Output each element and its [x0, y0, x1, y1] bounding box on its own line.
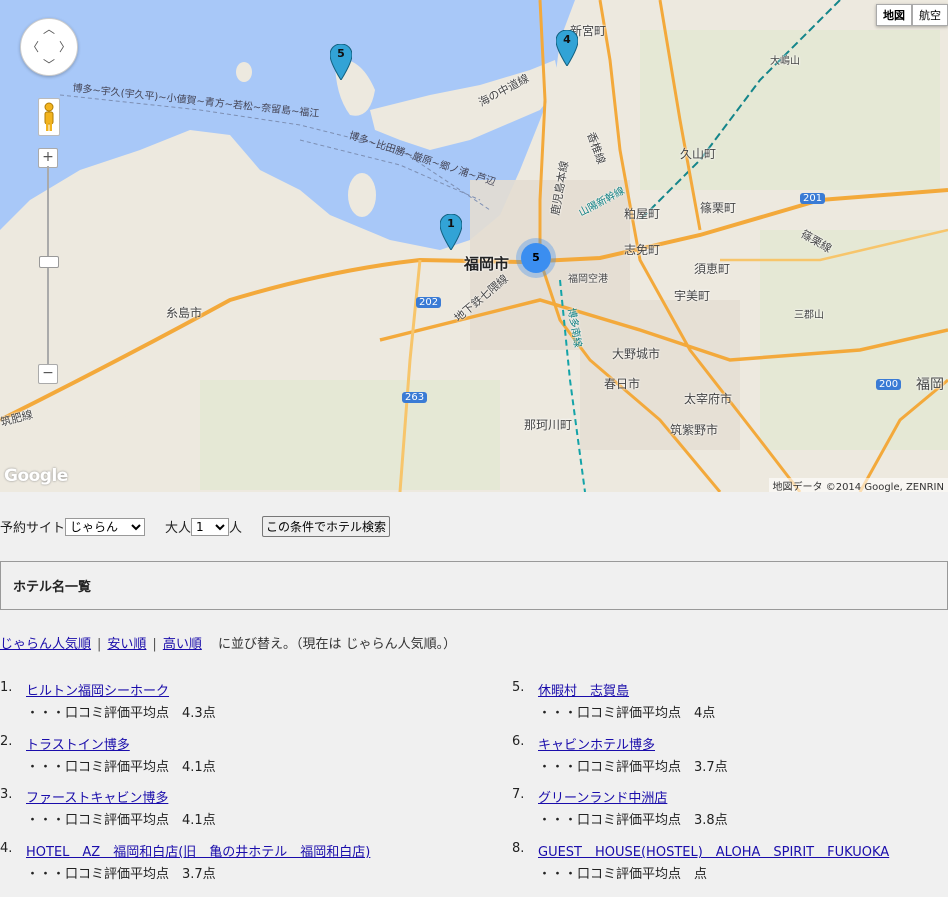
- hotel-rating: ・・・口コミ評価平均点 3.7点: [26, 867, 216, 882]
- zoom-in-button[interactable]: +: [38, 148, 58, 168]
- label-chikushino: 筑紫野市: [670, 423, 719, 437]
- route-shield: 202: [416, 297, 442, 308]
- label-kasuga: 春日市: [604, 377, 641, 391]
- route-shield: 200: [876, 379, 902, 390]
- separator: |: [152, 637, 157, 652]
- label-fukuoka-city: 福岡市: [464, 255, 510, 273]
- hotel-rating: ・・・口コミ評価平均点 4点: [538, 706, 716, 721]
- label-airport: 福岡空港: [568, 274, 608, 285]
- map-type-control: 地図 航空: [876, 4, 948, 26]
- label-ochin: 大嶋山: [770, 56, 800, 67]
- label-itoshima: 糸島市: [166, 306, 203, 320]
- sort-status-text: に並び替え。（現在は じゃらん人気順。）: [217, 637, 457, 652]
- route-shield: 263: [402, 392, 428, 403]
- hotel-name-link[interactable]: GUEST HOUSE(HOSTEL) ALOHA SPIRIT FUKUOKA: [538, 841, 889, 860]
- pan-control[interactable]: ︿ ﹀ 〈 〉: [20, 18, 78, 76]
- hotel-name-link[interactable]: グリーンランド中洲店: [538, 787, 667, 806]
- hotel-rating: ・・・口コミ評価平均点 4.1点: [26, 760, 216, 775]
- hotel-list-title: ホテル名一覧: [13, 580, 92, 595]
- map-type-roadmap-button[interactable]: 地図: [876, 4, 912, 26]
- pan-up-icon[interactable]: ︿: [43, 23, 55, 35]
- label-dazaifu: 太宰府市: [684, 392, 733, 406]
- hotel-name-link[interactable]: ファーストキャビン博多: [26, 787, 168, 806]
- map-pin-4[interactable]: 4: [555, 29, 579, 67]
- pegman-icon: [44, 102, 54, 131]
- hotel-name-link[interactable]: ヒルトン福岡シーホーク: [26, 680, 169, 699]
- label-sangun: 三郡山: [794, 310, 824, 321]
- hotel-index: 4.: [0, 841, 13, 856]
- hotel-index: 1.: [0, 680, 13, 695]
- hotel-rating: ・・・口コミ評価平均点 4.1点: [26, 813, 216, 828]
- pin-number: 1: [447, 217, 455, 230]
- separator: |: [97, 637, 102, 652]
- pin-number: 4: [563, 33, 571, 46]
- label-onojo: 大野城市: [612, 347, 661, 361]
- adult-label: 大人: [165, 521, 192, 536]
- map-base: [0, 0, 948, 492]
- street-view-pegman[interactable]: [38, 98, 60, 136]
- google-logo: Google: [4, 466, 68, 486]
- hotel-index: 2.: [0, 734, 13, 749]
- zoom-slider-thumb[interactable]: [39, 256, 59, 268]
- map-attribution[interactable]: 地図データ ©2014 Google, ZENRIN: [768, 478, 948, 492]
- sort-expensive-link[interactable]: 高い順: [163, 637, 202, 652]
- sort-options: じゃらん人気順 | 安い順 | 高い順 に並び替え。（現在は じゃらん人気順。）: [0, 633, 456, 652]
- hotel-name-link[interactable]: トラストイン博多: [26, 734, 130, 753]
- label-sue: 須恵町: [694, 262, 731, 276]
- pan-down-icon[interactable]: ﹀: [43, 59, 55, 71]
- search-conditions: 予約サイト じゃらん 大人 1 人 この条件でホテル検索: [0, 516, 391, 537]
- hotel-index: 3.: [0, 787, 13, 802]
- hotel-index: 6.: [512, 734, 525, 749]
- label-shime: 志免町: [624, 243, 661, 257]
- sort-cheap-link[interactable]: 安い順: [107, 637, 146, 652]
- label-hisayama: 久山町: [680, 147, 717, 161]
- hotel-name-link[interactable]: キャビンホテル博多: [538, 734, 655, 753]
- hotel-rating: ・・・口コミ評価平均点 4.3点: [26, 706, 216, 721]
- hotel-search-button[interactable]: この条件でホテル検索: [262, 516, 391, 537]
- hotel-index: 8.: [512, 841, 525, 856]
- site-select[interactable]: じゃらん: [65, 517, 146, 536]
- map-pin-1[interactable]: 1: [439, 213, 463, 251]
- label-sasaguri: 篠栗町: [700, 201, 737, 215]
- hotel-name-link[interactable]: 休暇村 志賀島: [538, 680, 629, 699]
- hotel-rating: ・・・口コミ評価平均点 点: [538, 867, 708, 882]
- hotel-list-header: ホテル名一覧: [0, 561, 948, 610]
- hotel-index: 7.: [512, 787, 525, 802]
- map-type-satellite-button[interactable]: 航空: [912, 4, 948, 26]
- person-unit: 人: [229, 521, 243, 536]
- route-shield: 201: [800, 193, 826, 204]
- pan-right-icon[interactable]: 〉: [59, 41, 71, 53]
- label-umi: 宇美町: [674, 289, 711, 303]
- hotel-index: 5.: [512, 680, 525, 695]
- sort-jalan-popular-link[interactable]: じゃらん人気順: [0, 637, 91, 652]
- pin-number: 5: [337, 47, 345, 60]
- label-fukuoka-right: 福岡: [916, 377, 944, 393]
- hotel-rating: ・・・口コミ評価平均点 3.7点: [538, 760, 728, 775]
- hotel-rating: ・・・口コミ評価平均点 3.8点: [538, 813, 728, 828]
- map-cluster-marker[interactable]: 5: [521, 243, 551, 273]
- zoom-out-button[interactable]: −: [38, 364, 58, 384]
- hotel-name-link[interactable]: HOTEL AZ 福岡和白店(旧 亀の井ホテル 福岡和白店): [26, 841, 370, 860]
- pan-left-icon[interactable]: 〈: [27, 41, 39, 53]
- map-canvas[interactable]: 福岡市 糸島市 大野城市 春日市 太宰府市 筑紫野市 那珂川町 新宮町 久山町 …: [0, 0, 948, 492]
- label-kasuya: 粕屋町: [624, 207, 661, 221]
- map-pin-5[interactable]: 5: [329, 43, 353, 81]
- adult-count-select[interactable]: 1: [191, 517, 230, 536]
- label-nakagawa: 那珂川町: [524, 418, 573, 432]
- site-label: 予約サイト: [0, 521, 66, 536]
